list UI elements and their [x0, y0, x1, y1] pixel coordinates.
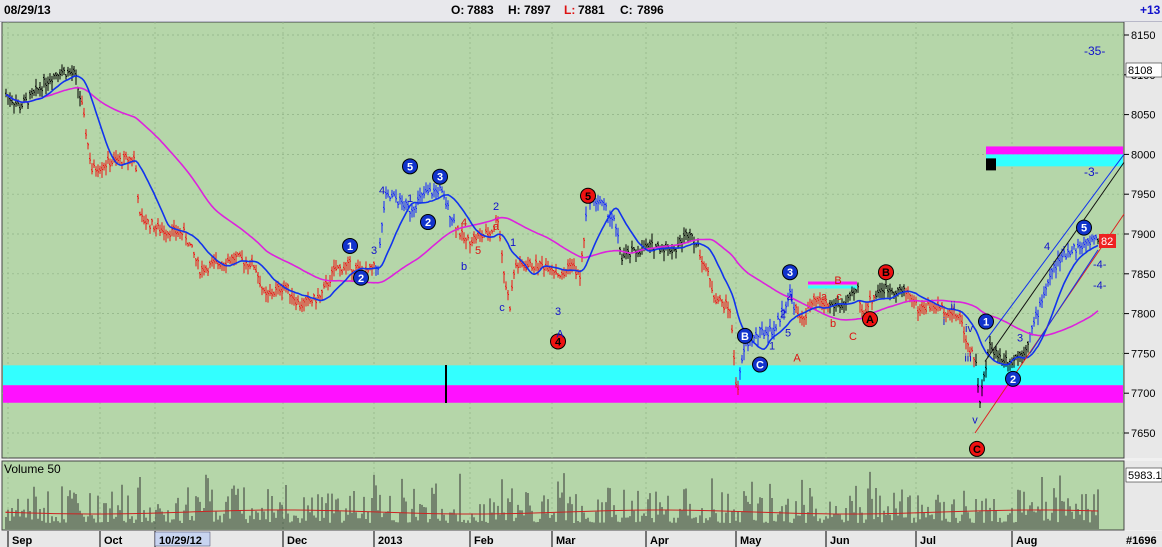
- wave-label-text: 3: [1017, 332, 1023, 344]
- annotation-4b: -4-: [1093, 280, 1107, 292]
- time-tick-label: May: [740, 535, 762, 547]
- wave-label-text: 2: [425, 217, 431, 229]
- wave-label-text: c: [499, 302, 505, 314]
- wave-label-text: b: [461, 261, 467, 273]
- wave-label-text: a: [821, 291, 828, 303]
- price-tick-label: 7800: [1131, 309, 1155, 321]
- wave-label-text: A: [793, 352, 801, 364]
- time-tick-label: Sep: [12, 535, 32, 547]
- wave-label-text: 5: [585, 191, 591, 203]
- wave-label-text: 5: [1081, 223, 1087, 235]
- wave-label-text: 5: [407, 161, 413, 173]
- annotation-35: -35-: [1084, 44, 1105, 58]
- magenta-zone: [3, 385, 1123, 403]
- volume-value: 5983.1: [1128, 470, 1162, 482]
- wave-label-text: C: [849, 331, 857, 343]
- wave-label-text: B: [882, 267, 890, 279]
- price-tick-label: 7650: [1131, 428, 1155, 440]
- time-tick-label: Aug: [1016, 535, 1037, 547]
- wave-label-text: iv: [965, 323, 973, 335]
- chart-canvas: 1234512345abc12345A BC12345abcABCiiiiiiiv…: [0, 21, 1162, 547]
- last-price-label: 8108: [1128, 65, 1152, 77]
- wave-label-text: C: [973, 444, 981, 456]
- magenta-target-zone: [986, 146, 1123, 155]
- wave-label-text: A: [556, 329, 564, 341]
- annotation-3: -3-: [1084, 165, 1099, 179]
- wave-label-text: 5: [475, 245, 481, 257]
- wave-label-text: ii: [951, 301, 956, 313]
- wave-label-text: i: [943, 316, 945, 328]
- time-tick-label: Oct: [104, 535, 123, 547]
- wave-label-text: 4: [379, 185, 385, 197]
- target-marker: [986, 158, 996, 171]
- open-value: 7883: [467, 3, 494, 17]
- cyan-target-zone: [986, 154, 1123, 167]
- time-tick-label: 2013: [378, 535, 402, 547]
- wave-label-text: 1: [983, 317, 989, 329]
- quote-header: 08/29/13 O: 7883 H: 7897 L: 7881 C: 7896…: [0, 0, 1162, 22]
- time-tick-label: Feb: [474, 535, 494, 547]
- wave-label-text: c: [836, 291, 842, 303]
- wave-label-text: 5: [785, 328, 791, 340]
- price-tick-label: 8150: [1131, 30, 1155, 42]
- time-tick-label: Mar: [556, 535, 576, 547]
- wave-label-text: 1: [347, 241, 353, 253]
- wave-label-text: 4: [461, 217, 467, 229]
- wave-label-text: 2: [780, 309, 786, 321]
- close-label: C:: [620, 3, 633, 17]
- wave-label-text: b: [830, 318, 836, 330]
- wave-label-text: C: [756, 360, 764, 372]
- marker-label: 82: [1101, 236, 1113, 248]
- wave-label-text: B: [834, 275, 841, 287]
- header-date: 08/29/13: [4, 3, 51, 17]
- wave-label-text: 1: [510, 237, 516, 249]
- wave-label-text: 1: [407, 193, 413, 205]
- time-tick-label: Jul: [920, 535, 936, 547]
- annotation-4a: -4-: [1093, 259, 1107, 271]
- price-tick-label: 7950: [1131, 189, 1155, 201]
- low-value: 7881: [578, 3, 605, 17]
- open-label: O:: [451, 3, 465, 17]
- volume-title: Volume 50: [4, 462, 61, 476]
- wave-label-text: iii: [964, 352, 971, 364]
- bar-count-label: #1696: [1126, 535, 1157, 547]
- wave-label-text: 4: [787, 293, 793, 305]
- high-label: H:: [508, 3, 521, 17]
- wave-label-text: B: [741, 331, 749, 343]
- change-value: +13: [1140, 3, 1161, 17]
- price-tick-label: 8050: [1131, 110, 1155, 122]
- cyan-zone: [3, 365, 1123, 386]
- price-tick-label: 8000: [1131, 149, 1155, 161]
- wave-label-text: 4: [1044, 241, 1050, 253]
- wave-label-text: 3: [787, 267, 793, 279]
- price-tick-label: 7900: [1131, 229, 1155, 241]
- wave-label-text: a: [493, 221, 500, 233]
- wave-label-text: 3: [437, 172, 443, 184]
- low-label: L:: [564, 3, 576, 17]
- time-tick-label: Jun: [830, 535, 850, 547]
- high-value: 7897: [524, 3, 551, 17]
- close-value: 7896: [637, 3, 664, 17]
- wave-label-text: 2: [1010, 374, 1016, 386]
- time-tick-label: 10/29/12: [159, 535, 202, 547]
- wave-label-text: 3: [371, 245, 377, 257]
- price-tick-label: 7750: [1131, 348, 1155, 360]
- wave-label-text: 3: [555, 306, 561, 318]
- wave-label-text: 2: [493, 201, 499, 213]
- time-tick-label: Apr: [650, 535, 670, 547]
- wave-label-text: v: [972, 414, 978, 426]
- price-tick-label: 7700: [1131, 388, 1155, 400]
- price-tick-label: 7850: [1131, 269, 1155, 281]
- wave-label-text: A: [866, 314, 874, 326]
- time-tick-label: Dec: [287, 535, 307, 547]
- wave-label-text: 2: [358, 273, 364, 285]
- wave-label-text: 1: [769, 340, 775, 352]
